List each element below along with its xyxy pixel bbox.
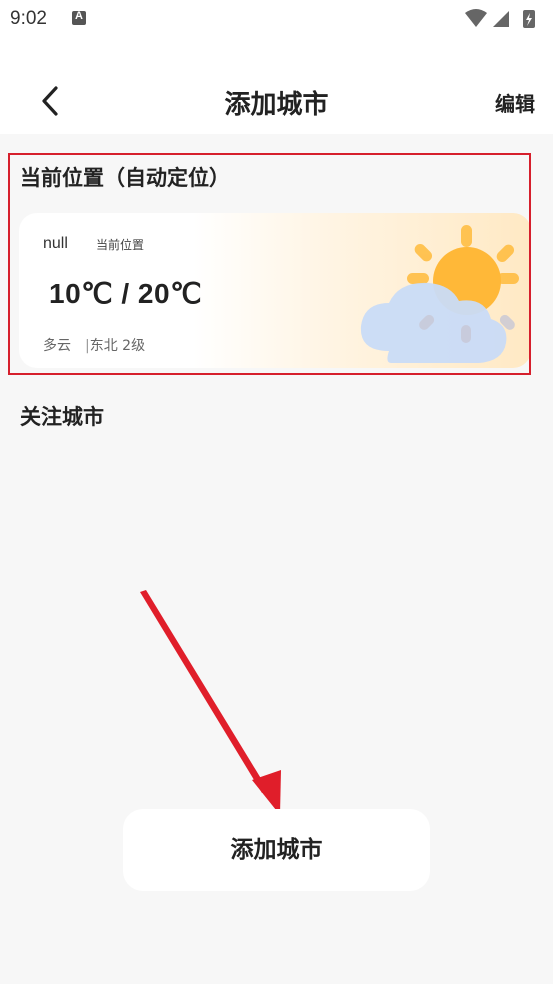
status-time: 9:02 xyxy=(10,8,47,29)
highlight-frame xyxy=(8,153,531,375)
add-city-button[interactable]: 添加城市 xyxy=(123,809,430,891)
edit-button[interactable]: 编辑 xyxy=(495,88,535,117)
followed-cities-title: 关注城市 xyxy=(20,405,104,429)
app-header: 添加城市 编辑 xyxy=(0,40,553,134)
status-bar: 9:02 xyxy=(0,0,553,40)
wifi-icon xyxy=(465,9,487,27)
signal-icon xyxy=(493,11,509,27)
text-notification-icon xyxy=(72,10,86,25)
page-title: 添加城市 xyxy=(224,90,329,120)
status-icons xyxy=(465,9,535,28)
